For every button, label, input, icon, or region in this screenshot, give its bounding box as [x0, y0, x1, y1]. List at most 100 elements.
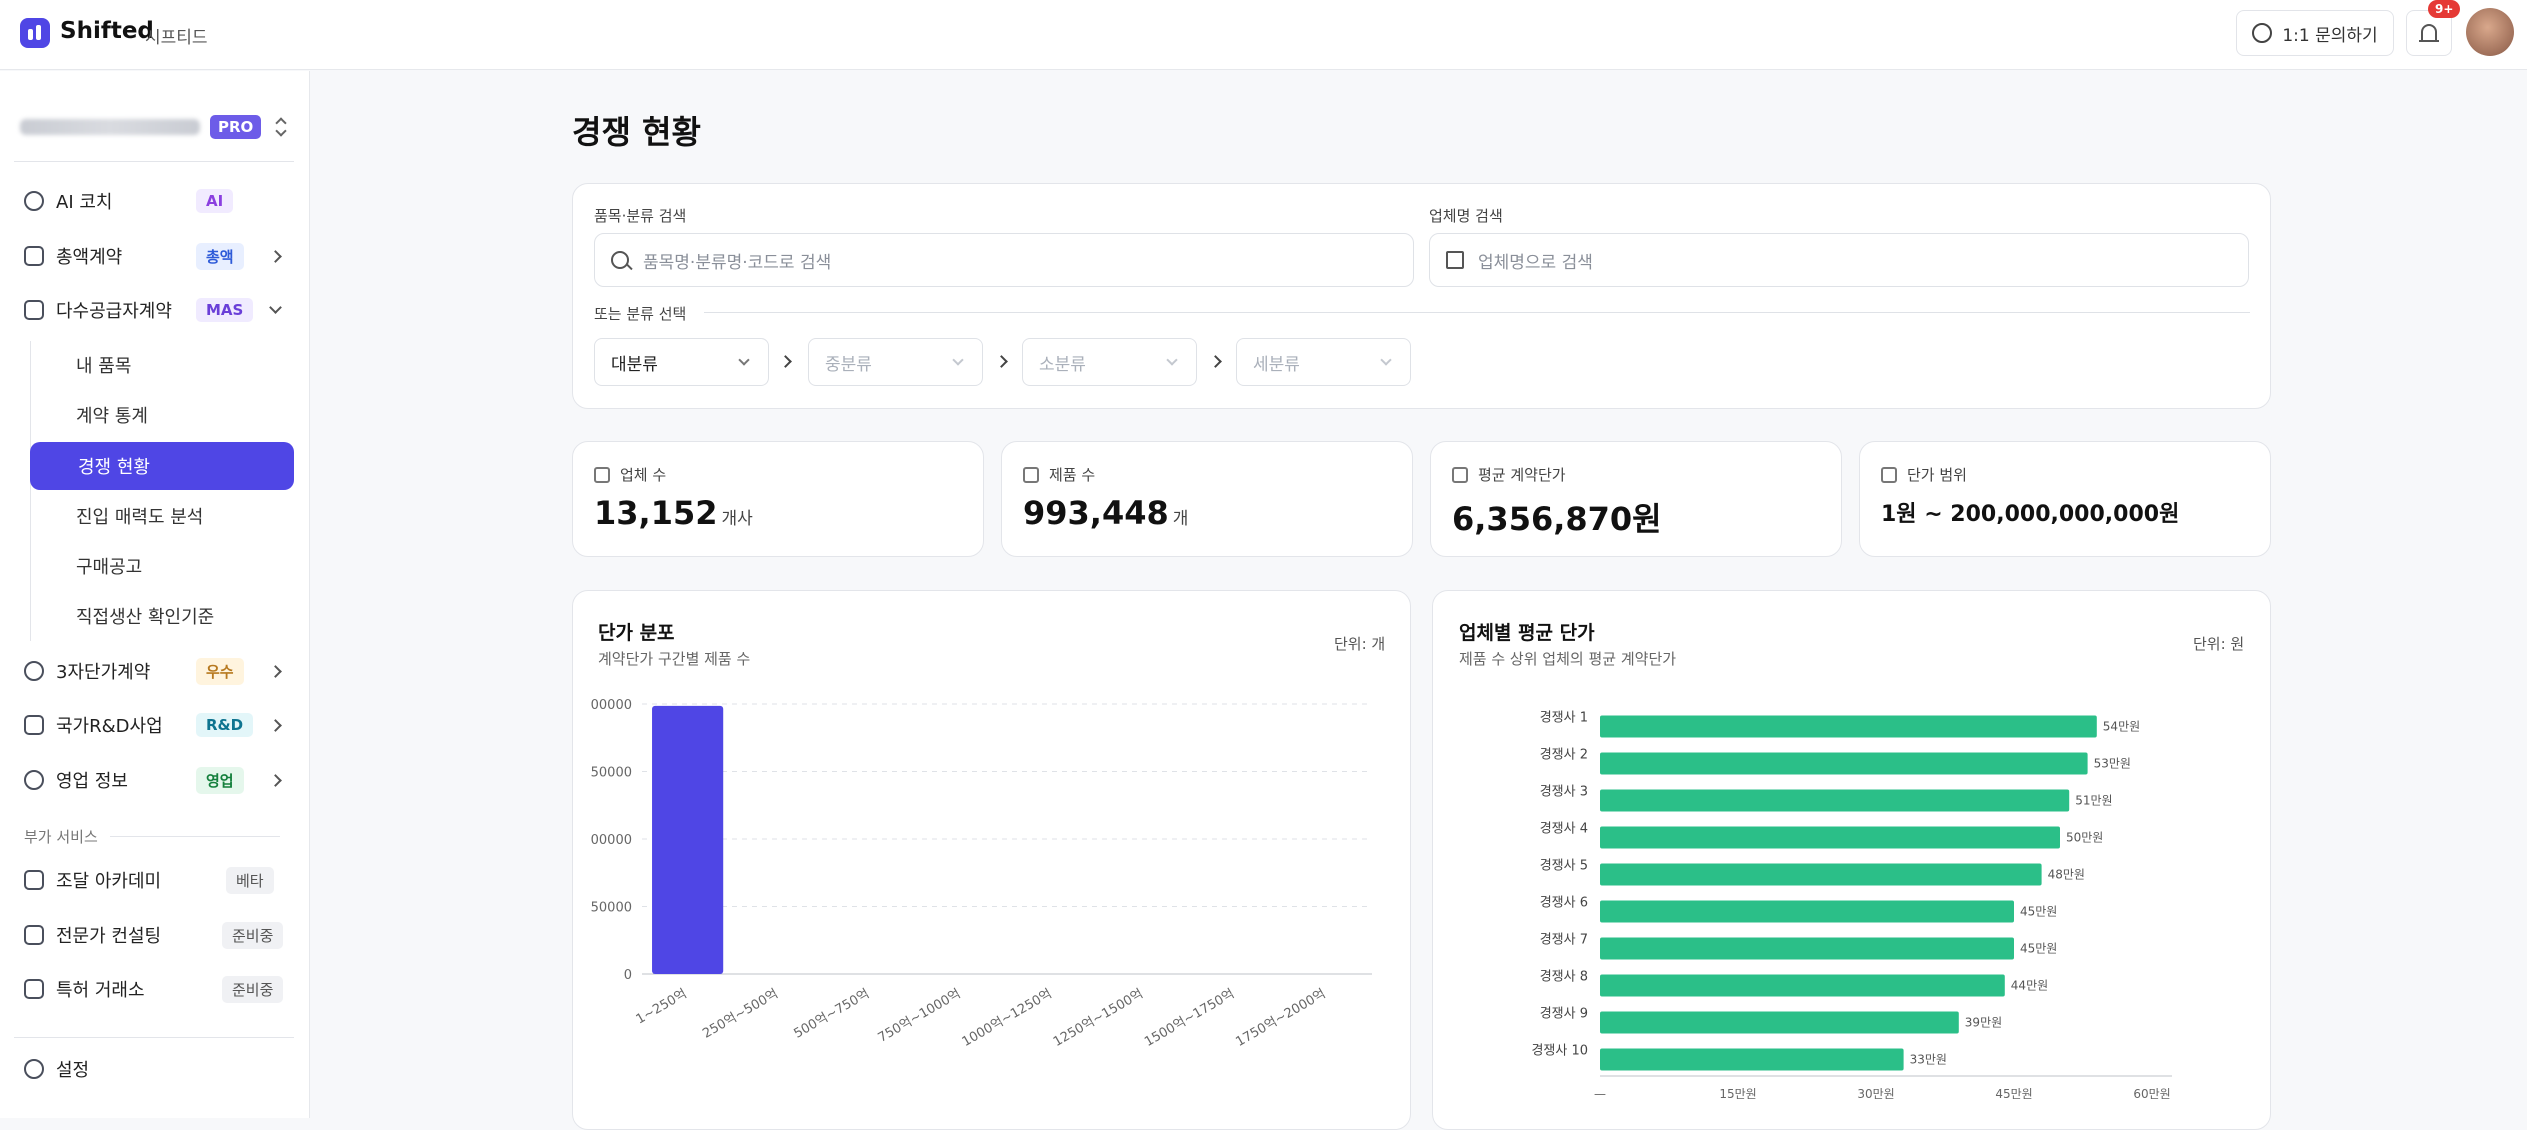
data-label: 53만원	[2094, 757, 2131, 771]
category-label: 경쟁사 4	[1540, 822, 1588, 837]
sidebar-item-label: AI 코치	[56, 192, 113, 213]
sidebar-item-label: 전문가 컨설팅	[56, 926, 162, 947]
bell-icon	[2419, 24, 2439, 42]
sidebar-subitem-contract-stats[interactable]: 계약 통계	[30, 391, 294, 439]
x-tick-label: 1750억~2000억	[1233, 986, 1328, 1049]
stat-value: 13,152 개사	[594, 494, 753, 532]
chart-subtitle: 계약단가 구간별 제품 수	[598, 650, 751, 668]
sidebar-item-rnd[interactable]: 국가R&D사업 R&D	[14, 702, 294, 748]
org-name-blurred	[20, 119, 200, 135]
avatar[interactable]	[2466, 8, 2514, 56]
user-search-icon	[24, 770, 44, 790]
chevron-down-icon	[269, 301, 282, 314]
brand-name[interactable]: Shifted	[60, 18, 154, 44]
bar	[1600, 715, 2097, 738]
sidebar: PRO AI 코치 AI 총액계약 총액 다수공급자계약 MAS 내 품목 계약…	[0, 71, 310, 1118]
flask-icon	[24, 715, 44, 735]
x-tick-label: 1500억~1750억	[1142, 986, 1237, 1049]
category-select-label: 또는 분류 선택	[594, 305, 687, 323]
tag-badge: 총액	[196, 242, 244, 270]
company-search-input[interactable]: 업체명으로 검색	[1429, 233, 2249, 287]
sidebar-subitem-entry-analysis[interactable]: 진입 매력도 분석	[30, 492, 294, 540]
select-minor-category[interactable]: 소분류	[1022, 338, 1197, 386]
category-label: 경쟁사 8	[1540, 970, 1588, 985]
sidebar-subitem-competition[interactable]: 경쟁 현황	[30, 442, 294, 490]
select-middle-category[interactable]: 중분류	[808, 338, 983, 386]
chart-title: 단가 분포	[598, 622, 675, 644]
data-label: 45만원	[2020, 905, 2057, 919]
logo-icon[interactable]	[20, 18, 50, 48]
stat-number: 993,448	[1023, 494, 1169, 532]
bar	[1600, 1048, 1904, 1071]
top-bar: Shifted 시프티드 1:1 문의하기 9+	[0, 0, 2527, 70]
sidebar-subitem-direct-production[interactable]: 직접생산 확인기준	[30, 592, 294, 640]
search-icon	[611, 251, 629, 269]
data-label: 48만원	[2048, 868, 2085, 882]
category-label: 경쟁사 9	[1540, 1007, 1588, 1022]
tag-icon	[1881, 466, 1897, 483]
tag-badge: AI	[196, 189, 234, 213]
inquiry-label: 1:1 문의하기	[2282, 25, 2378, 46]
sidebar-subitem-purchase-notice[interactable]: 구매공고	[30, 542, 294, 590]
inquiry-button[interactable]: 1:1 문의하기	[2236, 10, 2394, 56]
chevron-updown-icon	[275, 117, 287, 137]
data-label: 33만원	[1910, 1053, 1947, 1067]
tag-badge: R&D	[196, 713, 254, 737]
sidebar-item-label: 설정	[56, 1060, 90, 1081]
price-distribution-chart: 0 50000 00000 50000 00000 1~250억 250억~500억 500억…	[591, 698, 1372, 1050]
box-icon	[1023, 466, 1039, 483]
category-label: 경쟁사 7	[1540, 933, 1588, 948]
bar	[1600, 937, 2014, 960]
sidebar-item-patent[interactable]: 특허 거래소 준비중	[14, 966, 294, 1012]
sidebar-subitem-my-items[interactable]: 내 품목	[30, 341, 294, 389]
bar	[1600, 1011, 1959, 1034]
bar	[1600, 974, 2005, 997]
sidebar-item-academy[interactable]: 조달 아카데미 베타	[14, 857, 294, 903]
y-tick-label: 50000	[591, 901, 632, 916]
y-tick-label: 50000	[591, 766, 632, 781]
sidebar-item-consulting[interactable]: 전문가 컨설팅 준비중	[14, 912, 294, 958]
sidebar-item-sales-info[interactable]: 영업 정보 영업	[14, 757, 294, 803]
divider	[14, 1037, 294, 1038]
x-tick-label: 30만원	[1857, 1087, 1894, 1101]
company-search-label: 업체명 검색	[1429, 207, 1503, 225]
stat-number: 6,356,870원	[1452, 500, 1662, 538]
select-value: 중분류	[825, 354, 872, 375]
category-label: 경쟁사 5	[1540, 859, 1588, 874]
category-label: 경쟁사 1	[1540, 711, 1588, 726]
bar	[1600, 863, 2042, 886]
chevron-right-icon	[269, 664, 282, 678]
sidebar-item-label: 조달 아카데미	[56, 871, 162, 892]
sidebar-item-label: 국가R&D사업	[56, 716, 163, 737]
sidebar-item-third-party[interactable]: 3자단가계약 우수	[14, 648, 294, 694]
select-value: 세분류	[1253, 354, 1300, 375]
tag-badge: 준비중	[222, 921, 284, 949]
gear-icon	[24, 1059, 44, 1079]
org-switcher[interactable]: PRO	[20, 107, 290, 147]
chevron-right-icon	[269, 718, 282, 732]
item-search-input[interactable]: 품목명·분류명·코드로 검색	[594, 233, 1414, 287]
select-value: 소분류	[1039, 354, 1086, 375]
sidebar-item-ai-coach[interactable]: AI 코치 AI	[14, 178, 294, 224]
sidebar-item-label: 총액계약	[56, 247, 123, 268]
stat-label: 평균 계약단가	[1452, 464, 1566, 485]
stat-label-text: 단가 범위	[1907, 466, 1967, 484]
y-tick-label: 00000	[591, 698, 632, 713]
stat-value: 6,356,870원	[1452, 494, 1662, 540]
select-detail-category[interactable]: 세분류	[1236, 338, 1411, 386]
brand-subtitle: 시프티드	[145, 28, 208, 48]
sidebar-item-settings[interactable]: 설정	[14, 1046, 294, 1092]
select-major-category[interactable]: 대분류	[594, 338, 769, 386]
building-icon	[1446, 251, 1464, 269]
sidebar-item-mas[interactable]: 다수공급자계약 MAS	[14, 287, 294, 333]
notification-badge: 9+	[2428, 0, 2461, 18]
item-search-label: 품목·분류 검색	[594, 207, 687, 225]
y-tick-label: 00000	[591, 833, 632, 848]
patent-file-icon	[24, 979, 44, 999]
sidebar-item-lump-sum[interactable]: 총액계약 총액	[14, 233, 294, 279]
category-label: 경쟁사 3	[1540, 785, 1588, 800]
award-icon	[24, 661, 44, 681]
stat-label-text: 평균 계약단가	[1478, 466, 1566, 484]
chart-subtitle: 제품 수 상위 업체의 평균 계약단가	[1459, 650, 1677, 668]
sidebar-item-label: 특허 거래소	[56, 980, 145, 1001]
